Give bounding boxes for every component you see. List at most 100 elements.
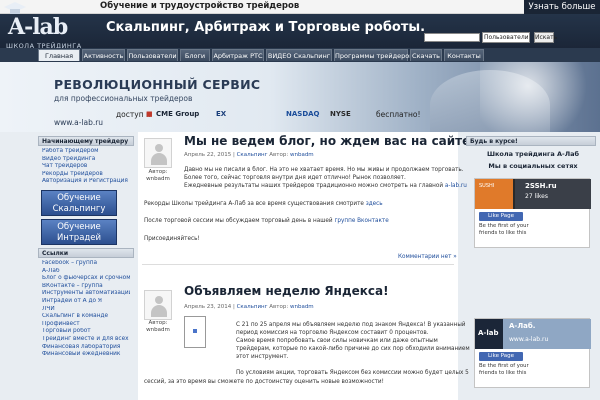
fb-text-line: Be the first of your — [479, 223, 529, 229]
author-label: Автор: — [148, 169, 168, 175]
promo-banner[interactable]: РЕВОЛЮЦИОННЫЙ СЕРВИС для профессиональны… — [0, 62, 600, 132]
nav-item-rts-arbitrage[interactable]: Арбитраж РТС — [212, 49, 264, 61]
banner-exchange-nasdaq: NASDAQ — [286, 110, 320, 118]
link-intraday-a-z[interactable]: Интрадей от А до Я — [42, 298, 130, 306]
facebook-like-button[interactable]: Like Page — [479, 212, 523, 221]
link-facebook-group[interactable]: Facebook – группа — [42, 260, 130, 268]
comments-link[interactable]: Комментарии нет » — [398, 254, 457, 260]
facebook-likes-count: 27 likes — [525, 193, 548, 200]
facebook-page-logo: SUSHI — [479, 183, 495, 189]
social-title: Мы в социальных сетях — [488, 162, 578, 170]
post-date: Апрель 23, 2014 — [184, 304, 232, 310]
link-vk-group[interactable]: ВКонтакте – группа — [42, 283, 130, 291]
banner-exchange-nyse: NYSE — [330, 110, 351, 118]
post-body-line: Самое время попробовать свои силы новичк… — [236, 338, 438, 344]
facebook-friends-text: Be the first of your friends to like this — [479, 223, 529, 236]
author-avatar[interactable] — [144, 290, 172, 320]
fb-text-line: Be the first of your — [479, 363, 529, 369]
facebook-like-button[interactable]: Like Page — [479, 352, 523, 361]
link-lchi[interactable]: ЛЧИ — [42, 306, 130, 314]
post-thumbnail[interactable] — [184, 316, 206, 348]
banner-glow — [480, 62, 600, 132]
nav-item-download[interactable]: Скачать — [410, 49, 442, 61]
vk-group-link[interactable]: группе Вконтакте — [334, 218, 388, 224]
promo-scalping-button[interactable]: Обучение Скальпингу — [41, 189, 117, 216]
fb-text-line: friends to like this — [479, 369, 527, 376]
promo-intraday-button[interactable]: Обучение Интрадей — [41, 218, 117, 245]
banner-subhead: для профессиональных трейдеров — [54, 94, 193, 103]
nav-item-users[interactable]: Пользователи — [127, 49, 178, 61]
nav-item-activity[interactable]: Активность — [82, 49, 125, 61]
meta-author-prefix: Автор: — [269, 304, 289, 310]
post-body-line: По условиям акции, торговать Яндексом бе… — [236, 370, 469, 376]
author-avatar[interactable] — [144, 138, 172, 168]
link-trader-records[interactable]: Рекорды трейдеров — [42, 171, 130, 179]
link-trader-job[interactable]: Работа трейдером — [42, 148, 130, 156]
nav-item-video-scalping[interactable]: ВИДЕО Скальпинг — [266, 49, 332, 61]
search-scope-select[interactable]: Пользователи — [482, 32, 530, 43]
meta-separator: | — [232, 304, 235, 310]
a-lab-link[interactable]: a-lab.ru — [445, 183, 467, 189]
banner-exchange-cme: CME Group — [156, 110, 200, 118]
widget-title-links: Ссылки — [38, 247, 134, 258]
post-category[interactable]: Скальпинг — [237, 152, 268, 158]
link-profinvest[interactable]: Профинвест — [42, 321, 130, 329]
learn-more-button[interactable]: Узнать больше — [524, 0, 600, 14]
link-trading-robot[interactable]: Торговый робот — [42, 328, 130, 336]
link-futures-blog[interactable]: Блог о фьючерсах и срочном рынке — [42, 275, 130, 283]
join-text: Присоединяйтесь! — [144, 236, 200, 242]
post-body-line: период комиссия на торговлю Яндексом сос… — [236, 330, 429, 336]
post-body-line: этот инструмент. — [236, 354, 289, 360]
link-finance-lab[interactable]: Финансовая лаборатория — [42, 344, 130, 352]
nav-item-trader-programs[interactable]: Программы трейдеров — [334, 49, 413, 61]
post-meta: Апрель 23, 2014 | Скальпинг Автор: wnbad… — [184, 304, 314, 310]
facebook-page-name[interactable]: 2SSH.ru — [525, 182, 557, 190]
banner-free-label: бесплатно! — [376, 110, 421, 119]
post-author-link[interactable]: wnbadm — [290, 152, 314, 158]
widget-title-stay-tuned: Будь в курсе! — [466, 136, 596, 146]
post-body-line: сессий, за это время вы сможете по досто… — [144, 379, 384, 385]
banner-headline: РЕВОЛЮЦИОННЫЙ СЕРВИС — [54, 77, 261, 92]
post-title[interactable]: Объявляем неделю Яндекса! — [184, 284, 389, 298]
discuss-text: После торговой сессии мы обсуждаем торго… — [144, 218, 333, 224]
link-a-lab[interactable]: А-Лаб — [42, 268, 130, 276]
link-auth-register[interactable]: Авторизация и Регистрация — [42, 178, 130, 186]
post-body-line: Давно мы не писали в блог. На это не хва… — [184, 167, 464, 173]
post-body-line: трейдерам, которые по какой-либо причине… — [236, 346, 470, 352]
search-input[interactable] — [424, 33, 480, 42]
nav-item-blogs[interactable]: Блоги — [180, 49, 210, 61]
post-body-line: Более того, сейчас торговля внутри дня и… — [184, 175, 406, 181]
post-divider — [142, 264, 454, 265]
site-title: Скальпинг, Арбитраж и Торговые роботы. — [106, 20, 426, 35]
post-category[interactable]: Скальпинг — [237, 304, 268, 310]
link-finance-diary[interactable]: Финансовый ежедневник — [42, 351, 130, 359]
post-author-link[interactable]: wnbadm — [290, 304, 314, 310]
records-line: Рекорды Школы трейдинга А-Лаб за все вре… — [144, 201, 383, 208]
link-team-scalping[interactable]: Скальпинг в команде — [42, 313, 130, 321]
nav-item-home[interactable]: Главная — [38, 49, 80, 61]
widget-title-beginner: Начинающему трейдеру — [38, 136, 134, 146]
link-trader-chat[interactable]: Чат трейдеров — [42, 163, 130, 171]
records-link[interactable]: здесь — [366, 201, 383, 207]
left-sidebar: Начинающему трейдеру Работа трейдером Ви… — [38, 136, 134, 400]
link-trading-together[interactable]: Трейдинг вместе и для всех — [42, 336, 130, 344]
fb-text-line: friends to like this — [479, 229, 527, 236]
post-title[interactable]: Мы не ведем блог, но ждем вас на сайте — [184, 134, 470, 148]
author-name[interactable]: wnbadm — [140, 176, 176, 183]
link-trading-video[interactable]: Видео трейдинга — [42, 156, 130, 164]
banner-url: www.a-lab.ru — [54, 118, 104, 127]
external-links: Facebook – группа А-Лаб Блог о фьючерсах… — [38, 258, 134, 361]
beginner-links: Работа трейдером Видео трейдинга Чат тре… — [38, 146, 134, 188]
facebook-page-name[interactable]: А-Лаб. — [509, 322, 535, 330]
main-nav: Главная Активность Пользователи Блоги Ар… — [0, 48, 600, 62]
author-name[interactable]: wnbadm — [140, 327, 176, 334]
nav-item-contacts[interactable]: Контакты — [444, 49, 484, 61]
main-content: Автор: wnbadm Мы не ведем блог, но ждем … — [138, 132, 470, 400]
facebook-widget: A-lab А-Лаб. www.a-lab.ru Like Page Be t… — [474, 318, 591, 388]
meta-author-prefix: Автор: — [269, 152, 289, 158]
post-body-line: Ежедневные результаты наших трейдеров тр… — [184, 183, 467, 190]
search-button[interactable]: Искать — [534, 32, 557, 43]
post-body-line: С 21 по 25 апреля мы объявляем неделю по… — [236, 322, 466, 328]
link-forts-tools[interactable]: Инструменты автоматизации трейдинга FORT… — [42, 290, 130, 298]
logo-mark: A-lab — [8, 14, 68, 40]
